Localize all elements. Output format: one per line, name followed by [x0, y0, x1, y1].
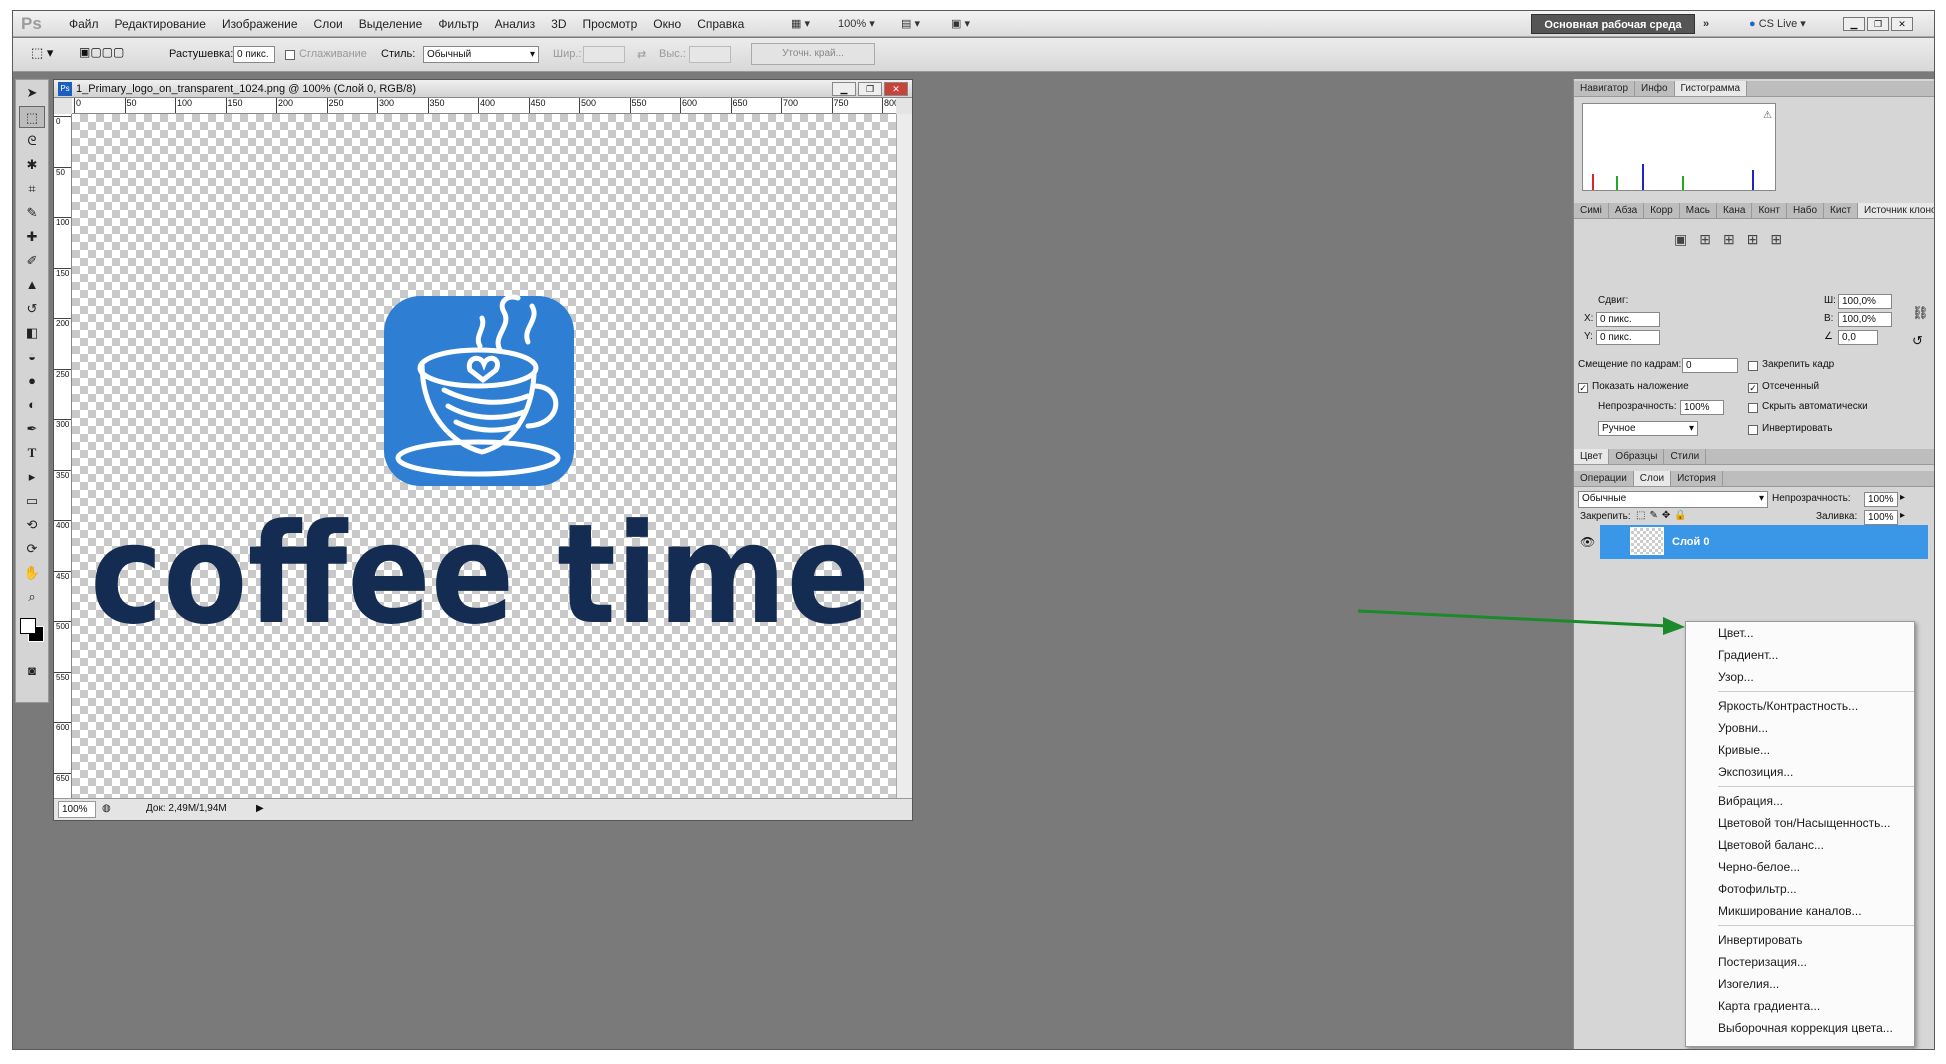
photoshop-window: Ps Файл Редактирование Изображение Слои Выде…: [12, 10, 1935, 1050]
annotation-arrow: [1357, 609, 1685, 635]
